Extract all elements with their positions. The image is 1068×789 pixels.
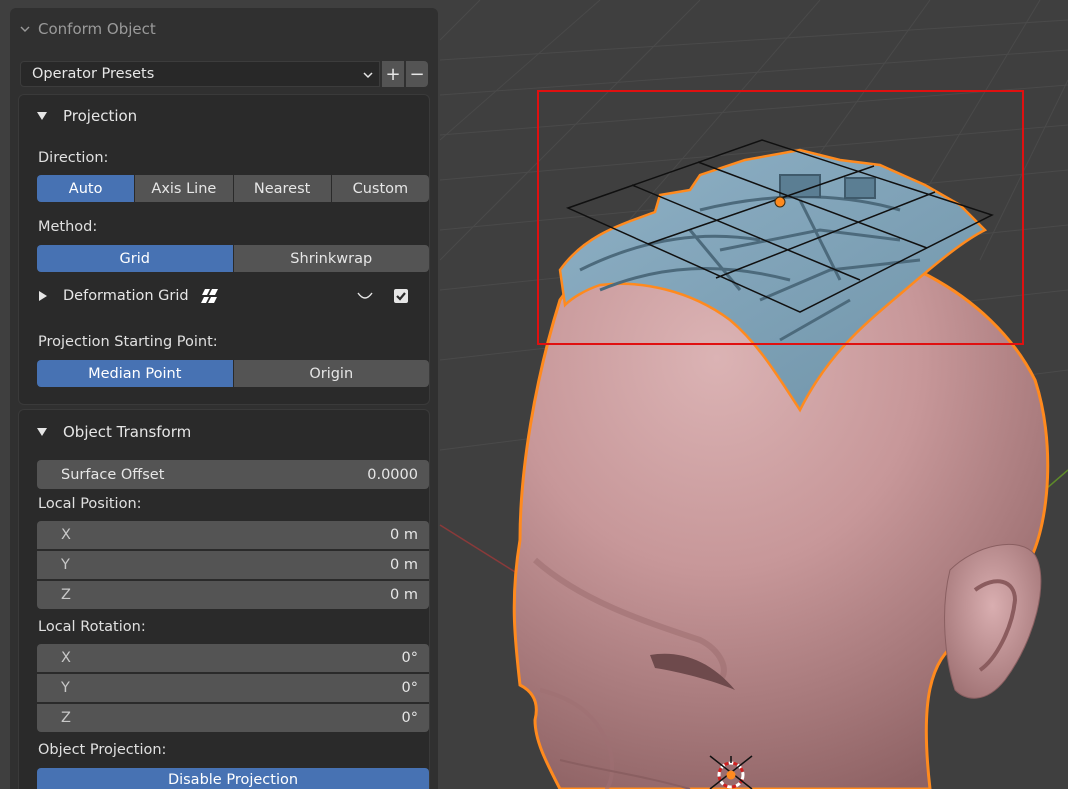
start-origin-button[interactable]: Origin <box>233 360 429 387</box>
add-preset-button[interactable]: + <box>382 61 404 87</box>
local-rotation-label: Local Rotation: <box>38 619 146 635</box>
chevron-down-icon <box>20 26 30 32</box>
direction-selector: Auto Axis Line Nearest Custom <box>37 175 429 202</box>
operator-presets-row: Operator Presets + − <box>20 61 428 87</box>
rotation-x-field[interactable]: X 0° <box>37 644 429 672</box>
disable-projection-button[interactable]: Disable Projection <box>37 768 429 789</box>
triangle-right-icon <box>39 291 47 301</box>
operator-presets-label: Operator Presets <box>32 66 155 82</box>
object-transform-section: Object Transform Surface Offset 0.0000 L… <box>18 409 430 789</box>
start-point-selector: Median Point Origin <box>37 360 429 387</box>
visibility-toggle-icon[interactable] <box>357 291 373 301</box>
method-label: Method: <box>38 219 98 235</box>
direction-custom-button[interactable]: Custom <box>331 175 429 202</box>
object-transform-title: Object Transform <box>63 423 192 441</box>
local-rotation-fields: X 0° Y 0° Z 0° <box>37 644 429 732</box>
method-selector: Grid Shrinkwrap <box>37 245 429 272</box>
panel-title: Conform Object <box>38 20 156 38</box>
local-position-fields: X0 m Y0 m Z0 m <box>37 521 429 609</box>
method-grid-button[interactable]: Grid <box>37 245 233 272</box>
rotation-z-field[interactable]: Z 0° <box>37 704 429 732</box>
chevron-down-icon <box>363 72 373 79</box>
surface-offset-label: Surface Offset <box>61 466 165 483</box>
triangle-down-icon <box>37 428 47 436</box>
object-projection-label: Object Projection: <box>38 742 167 758</box>
deformation-grid-checkbox[interactable] <box>394 289 408 303</box>
operator-panel: Conform Object Operator Presets + − Proj… <box>10 8 438 789</box>
object-transform-header[interactable]: Object Transform <box>37 423 191 441</box>
position-x-field[interactable]: X0 m <box>37 521 429 549</box>
deformation-grid-label: Deformation Grid <box>63 288 189 304</box>
projection-section: Projection Direction: Auto Axis Line Nea… <box>18 94 430 405</box>
triangle-down-icon <box>37 112 47 120</box>
surface-offset-field[interactable]: Surface Offset 0.0000 <box>37 460 429 489</box>
direction-nearest-button[interactable]: Nearest <box>233 175 331 202</box>
direction-label: Direction: <box>38 150 109 166</box>
direction-axis-line-button[interactable]: Axis Line <box>135 175 233 202</box>
object-origin-dot[interactable] <box>774 196 786 208</box>
panel-header[interactable]: Conform Object <box>10 8 438 50</box>
projection-header[interactable]: Projection <box>37 107 137 125</box>
modifier-lattice-icon <box>200 289 218 303</box>
operator-presets-dropdown[interactable]: Operator Presets <box>20 61 380 87</box>
start-median-point-button[interactable]: Median Point <box>37 360 233 387</box>
local-position-label: Local Position: <box>38 496 142 512</box>
surface-offset-value: 0.0000 <box>367 466 418 483</box>
position-y-field[interactable]: Y0 m <box>37 551 429 579</box>
start-point-label: Projection Starting Point: <box>38 334 218 350</box>
remove-preset-button[interactable]: − <box>406 61 428 87</box>
checkmark-icon <box>396 292 406 301</box>
deformation-grid-row[interactable]: Deformation Grid <box>29 281 421 311</box>
position-z-field[interactable]: Z0 m <box>37 581 429 609</box>
rotation-y-field[interactable]: Y 0° <box>37 674 429 702</box>
method-shrinkwrap-button[interactable]: Shrinkwrap <box>233 245 429 272</box>
direction-auto-button[interactable]: Auto <box>37 175 135 202</box>
projection-title: Projection <box>63 107 138 125</box>
